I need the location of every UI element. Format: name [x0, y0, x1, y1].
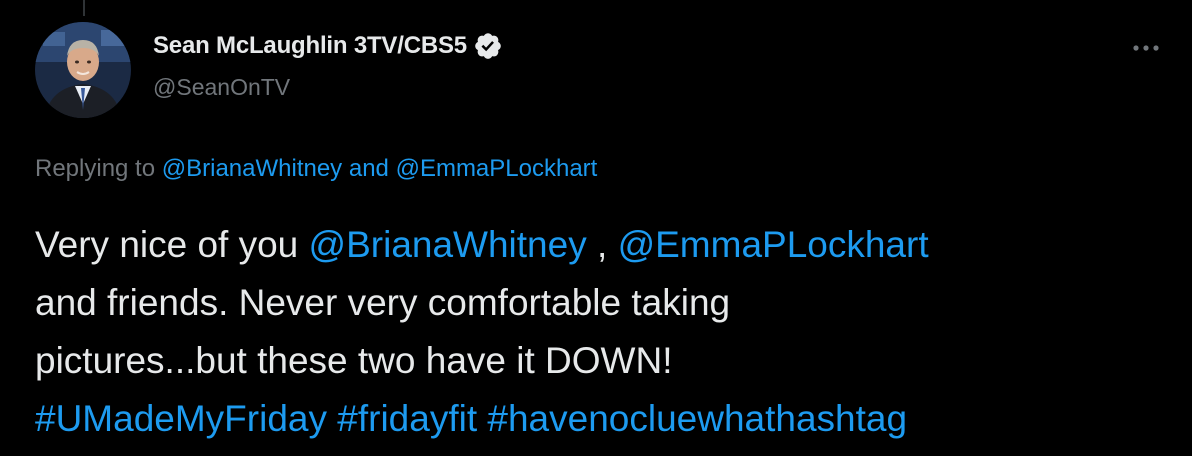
tweet-line-3: pictures...but these two have it DOWN!	[35, 340, 673, 381]
reply-mention-emma[interactable]: @EmmaPLockhart	[396, 155, 598, 182]
reply-joiner: and	[348, 155, 389, 182]
more-options-icon[interactable]	[1128, 38, 1164, 58]
replying-to-line: Replying to @BrianaWhitney and @EmmaPLoc…	[35, 155, 597, 183]
mention-emma[interactable]: @EmmaPLockhart	[618, 224, 929, 265]
hashtag-umademyfriday[interactable]: #UMadeMyFriday	[35, 398, 327, 439]
hashtag-havenocluewhathashtag[interactable]: #havenocluewhathashtag	[487, 398, 907, 439]
tweet-line-2: and friends. Never very comfortable taki…	[35, 282, 731, 323]
avatar-image	[35, 22, 131, 118]
author-handle[interactable]: @SeanOnTV	[153, 74, 290, 101]
author-name-row[interactable]: Sean McLaughlin 3TV/CBS5	[153, 31, 503, 61]
replying-prefix: Replying to	[35, 155, 156, 182]
avatar[interactable]	[35, 22, 131, 118]
tweet-line-1: Very nice of you @BrianaWhitney , @EmmaP…	[35, 216, 1165, 274]
verified-badge-icon	[475, 33, 501, 59]
tweet-separator: ,	[597, 224, 608, 265]
author-display-name[interactable]: Sean McLaughlin 3TV/CBS5	[153, 32, 467, 60]
reply-mention-briana[interactable]: @BrianaWhitney	[162, 155, 342, 182]
mention-briana[interactable]: @BrianaWhitney	[309, 224, 587, 265]
tweet-text: Very nice of you @BrianaWhitney , @EmmaP…	[35, 216, 1165, 448]
tweet-text-segment: Very nice of you	[35, 224, 299, 265]
hashtag-line: #UMadeMyFriday #fridayfit #havenocluewha…	[35, 390, 1165, 448]
thread-connector-line	[83, 0, 85, 16]
hashtag-fridayfit[interactable]: #fridayfit	[337, 398, 477, 439]
